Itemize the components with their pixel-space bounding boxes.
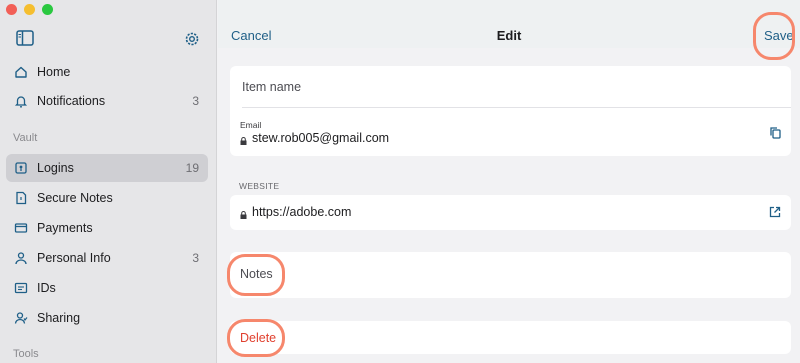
toolbar: Cancel Edit Save [218,0,800,48]
sidebar-item-label: Sharing [37,311,81,325]
vault-section-label: Vault [13,132,38,144]
open-link-icon[interactable] [769,205,781,223]
sidebar-item-label: IDs [37,281,56,295]
sidebar-item-logins[interactable]: Logins 19 [6,154,208,182]
sidebar-item-sharing[interactable]: Sharing [6,304,208,332]
email-value: stew.rob005@gmail.com [252,131,390,145]
email-field[interactable]: stew.rob005@gmail.com [240,131,389,145]
window-controls [6,4,53,15]
sidebar-item-label: Logins [37,161,74,175]
sidebar-item-payments[interactable]: Payments [6,214,208,242]
card-icon [14,221,28,235]
zoom-window-button[interactable] [42,4,53,15]
delete-card: Delete [230,321,791,354]
item-details-card: Item name Email stew.rob005@gmail.com [230,66,791,156]
edit-pane: Cancel Edit Save Item name Email stew.ro… [218,0,800,363]
website-field[interactable]: https://adobe.com [240,205,351,219]
id-icon [14,281,28,295]
key-icon [14,161,28,175]
sidebar-item-label: Secure Notes [37,191,113,205]
save-button[interactable]: Save [764,28,794,43]
sidebar-item-secure-notes[interactable]: Secure Notes [6,184,208,212]
website-value: https://adobe.com [252,205,352,219]
sidebar-item-home[interactable]: Home [6,58,208,86]
lock-icon [240,208,247,219]
tools-section-label: Tools [13,348,39,360]
bell-icon [14,94,28,108]
sidebar-item-notifications[interactable]: Notifications 3 [6,87,208,115]
lock-icon [240,134,247,145]
notification-count: 3 [192,94,199,108]
sidebar-toggle-icon[interactable] [16,30,34,46]
item-name-field[interactable]: Item name [242,80,301,94]
sidebar-item-label: Personal Info [37,251,111,265]
delete-button[interactable]: Delete [240,331,276,345]
page-title: Edit [496,28,522,43]
close-window-button[interactable] [6,4,17,15]
email-label: Email [240,120,262,130]
sharing-icon [14,311,28,325]
sidebar-item-ids[interactable]: IDs [6,274,208,302]
sidebar-item-label: Notifications [37,94,106,108]
sidebar: Home Notifications 3 Vault Logins 19 Sec… [0,0,217,363]
sidebar-item-personal-info[interactable]: Personal Info 3 [6,244,208,272]
notes-field[interactable]: Notes [240,267,273,281]
sidebar-item-label: Payments [37,221,93,235]
website-card: https://adobe.com [230,195,791,230]
notes-card: Notes [230,252,791,298]
personal-info-count: 3 [192,251,199,265]
person-icon [14,251,28,265]
copy-icon[interactable] [770,126,781,144]
gear-icon[interactable] [183,30,201,48]
divider [242,107,791,108]
minimize-window-button[interactable] [24,4,35,15]
note-icon [14,191,28,205]
home-icon [14,65,28,79]
logins-count: 19 [185,161,199,175]
website-caption: WEBSITE [239,181,280,191]
sidebar-item-label: Home [37,65,71,79]
